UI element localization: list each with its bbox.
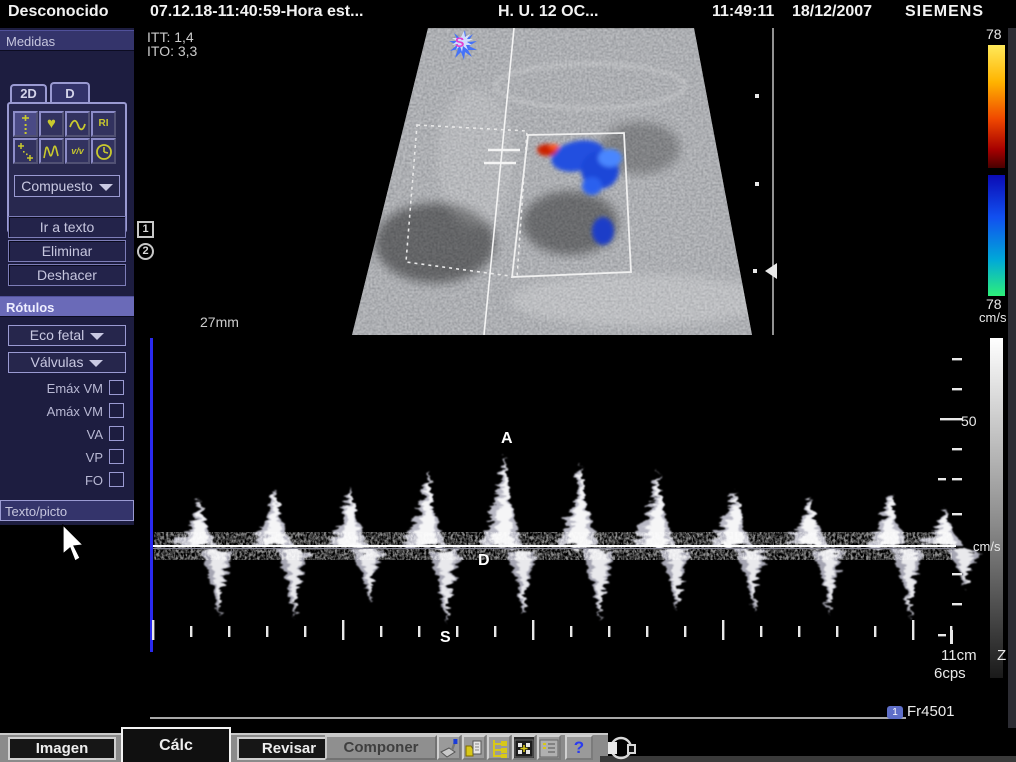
vv-tool-button[interactable]: v/v [65,138,90,164]
depth-readout: 11cm [941,647,977,664]
stamp-button[interactable] [437,735,461,760]
compose-grid-button[interactable] [512,735,536,760]
grayscale-bar [990,338,1003,678]
velocity-tool-button[interactable] [65,111,90,137]
s-wave-label: S [440,629,451,647]
baseline[interactable] [150,545,956,547]
trace-tool-button[interactable] [13,138,38,164]
date: 18/12/2007 [792,3,872,21]
color-scale-top-value: 78 [986,26,1002,42]
help-button[interactable]: ? [565,735,593,760]
compose-grid-icon [514,738,534,759]
help-icon: ? [574,738,584,757]
measures-header: Medidas [0,30,134,51]
chevron-down-icon [99,184,113,191]
a-wave-label: A [501,430,513,448]
bmode-image [340,28,790,336]
ultrasound-screen: Desconocido 07.12.18-11:40:59-Hora est..… [0,0,1016,762]
hospital-name: H. U. 12 OC... [498,3,598,21]
tab-componer[interactable]: Componer [325,735,437,760]
orientation-label: S [455,34,464,50]
title-bar: Desconocido 07.12.18-11:40:59-Hora est..… [0,0,1016,26]
caliper-icon [18,115,33,135]
spectral-unit-label: cm/s [973,539,1000,554]
report-icon [464,738,484,759]
stamp-icon [439,738,459,759]
compound-dropdown[interactable]: Compuesto [14,175,120,197]
tree-button[interactable] [487,735,511,760]
velocity-wave-icon [69,115,86,135]
envelope-tool-button[interactable] [39,138,64,164]
screen-edge [1008,28,1016,728]
headset-icon [604,736,638,760]
frame-badge: 1 [887,706,903,719]
bottom-strip [600,756,1016,762]
report-button[interactable] [462,735,486,760]
color-scale-unit: cm/s [979,310,1006,325]
list-icon [539,738,559,759]
labels-header: Rótulos [0,296,134,317]
focus-arrow-icon [765,263,777,279]
envelope-trace-icon [43,142,60,162]
ri-icon: RI [99,118,109,129]
d-wave-label: D [478,552,490,570]
frame-number: Fr4501 [907,703,955,720]
tab-doppler[interactable]: D [50,82,90,104]
undo-button[interactable]: Deshacer [8,264,126,286]
step-2-icon: 2 [137,243,154,260]
tree-icon [489,738,509,759]
goto-text-button[interactable]: Ir a texto [8,216,126,238]
frame-rate-readout: 6cps [934,665,966,682]
clock-icon [95,142,113,162]
caliper-tool-button[interactable] [13,111,38,137]
tab-calc[interactable]: Cálc [121,727,231,762]
clock-time: 11:49:11 [712,3,774,21]
heart-icon: ♥ [47,115,56,132]
compound-dropdown-label: Compuesto [21,178,93,194]
ito-readout: ITO: 3,3 [147,43,197,59]
tab-imagen[interactable]: Imagen [8,737,116,760]
cine-bar[interactable] [150,717,906,719]
depth-mark-label: 27mm [200,314,239,330]
sweep-start-line [150,338,153,652]
delete-button[interactable]: Eliminar [8,240,126,262]
tab-2d[interactable]: 2D [10,84,47,102]
list-button[interactable] [537,735,561,760]
color-scale-negative [988,175,1005,296]
study-id: 07.12.18-11:40:59-Hora est... [150,3,363,21]
color-scale-positive [988,45,1005,168]
step-1-icon: 1 [137,221,154,238]
ri-tool-button[interactable]: RI [91,111,116,137]
spectral-display [0,330,1016,698]
heart-tool-button[interactable]: ♥ [39,111,64,137]
velocity-scale-label: 50 [961,413,977,429]
trace-points-icon [17,142,34,162]
mouse-cursor [60,524,90,564]
zoom-flag: Z [997,647,1006,664]
clock-tool-button[interactable] [91,138,116,164]
brand-logo: SIEMENS [905,3,984,21]
headset-button[interactable] [604,736,638,762]
patient-name: Desconocido [8,3,108,21]
vv-ratio-icon: v/v [71,146,84,156]
